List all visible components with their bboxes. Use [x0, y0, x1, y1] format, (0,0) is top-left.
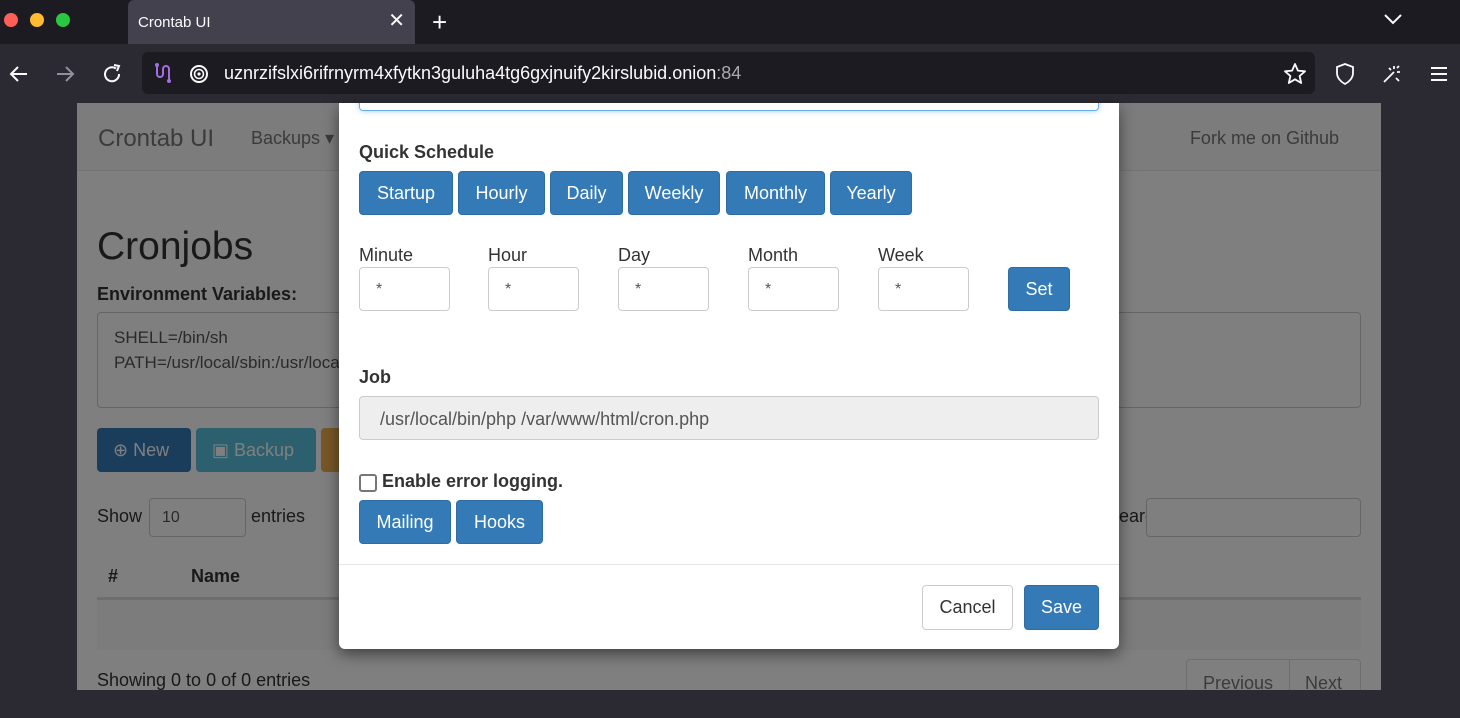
- job-modal: Quick Schedule Startup Hourly Daily Week…: [339, 103, 1119, 649]
- forward-icon[interactable]: [53, 62, 77, 86]
- url-host: uznrzifslxi6rifrnyrm4xfytkn3guluha4tg6gx…: [224, 63, 717, 83]
- job-name-input[interactable]: [359, 103, 1099, 111]
- quick-startup-button[interactable]: Startup: [359, 171, 453, 215]
- error-logging-checkbox[interactable]: [359, 474, 377, 492]
- extensions-icon[interactable]: [1380, 62, 1404, 86]
- reload-icon[interactable]: [100, 62, 124, 86]
- day-label: Day: [618, 245, 651, 265]
- browser-navbar: uznrzifslxi6rifrnyrm4xfytkn3guluha4tg6gx…: [0, 44, 1460, 103]
- week-label: Week: [878, 245, 924, 265]
- tabs-dropdown-icon[interactable]: [1382, 8, 1404, 30]
- url-text[interactable]: uznrzifslxi6rifrnyrm4xfytkn3guluha4tg6gx…: [224, 63, 741, 84]
- month-label: Month: [748, 245, 799, 265]
- set-schedule-button[interactable]: Set: [1008, 267, 1070, 311]
- quick-monthly-button[interactable]: Monthly: [726, 171, 825, 215]
- mailing-button[interactable]: Mailing: [359, 500, 451, 544]
- job-command-input[interactable]: /usr/local/bin/php /var/www/html/cron.ph…: [359, 396, 1099, 440]
- tab-close-icon[interactable]: ✕: [388, 9, 405, 33]
- window-zoom-button[interactable]: [56, 13, 70, 27]
- back-icon[interactable]: [7, 62, 31, 86]
- day-input[interactable]: *: [618, 267, 709, 311]
- error-logging-label[interactable]: Enable error logging.: [382, 471, 563, 492]
- hour-input[interactable]: *: [488, 267, 579, 311]
- tab-title: Crontab UI: [138, 14, 211, 31]
- quick-yearly-button[interactable]: Yearly: [830, 171, 912, 215]
- onion-circuit-icon[interactable]: [152, 62, 174, 84]
- quick-schedule-label: Quick Schedule: [359, 142, 495, 162]
- address-bar[interactable]: uznrzifslxi6rifrnyrm4xfytkn3guluha4tg6gx…: [142, 52, 1315, 94]
- save-button[interactable]: Save: [1024, 585, 1099, 630]
- window-close-button[interactable]: [4, 13, 18, 27]
- menu-icon[interactable]: [1427, 62, 1451, 86]
- new-tab-button[interactable]: +: [432, 8, 447, 36]
- bookmark-star-icon[interactable]: [1283, 62, 1307, 86]
- window-minimize-button[interactable]: [30, 13, 44, 27]
- shield-icon[interactable]: [1333, 62, 1357, 86]
- browser-titlebar: Crontab UI ✕ +: [0, 0, 1460, 44]
- browser-tab[interactable]: Crontab UI ✕: [128, 0, 415, 44]
- cancel-button[interactable]: Cancel: [922, 585, 1013, 630]
- hour-label: Hour: [488, 245, 528, 265]
- url-port: :84: [716, 63, 742, 83]
- week-input[interactable]: *: [878, 267, 969, 311]
- minute-input[interactable]: *: [359, 267, 450, 311]
- minute-label: Minute: [359, 245, 414, 265]
- hooks-button[interactable]: Hooks: [456, 500, 543, 544]
- quick-hourly-button[interactable]: Hourly: [458, 171, 545, 215]
- job-label: Job: [359, 367, 392, 387]
- modal-footer-divider: [339, 564, 1119, 565]
- quick-weekly-button[interactable]: Weekly: [628, 171, 720, 215]
- month-input[interactable]: *: [748, 267, 839, 311]
- onion-icon[interactable]: [188, 62, 210, 84]
- quick-daily-button[interactable]: Daily: [550, 171, 623, 215]
